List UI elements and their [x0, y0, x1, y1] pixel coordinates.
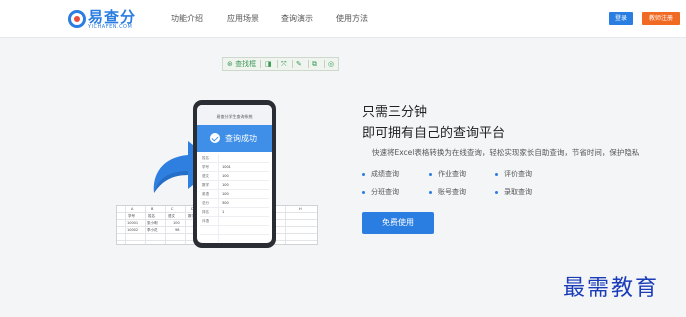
- hero-title-line2: 即可拥有自己的查询平台: [362, 126, 506, 141]
- row-value: 100: [222, 183, 229, 187]
- feature-label: 作业查询: [438, 170, 466, 178]
- site-header: 易查分 YICHAFEN.COM 功能介绍 应用场景 查询演示 使用方法 登录 …: [0, 0, 686, 38]
- page: 易查分 YICHAFEN.COM 功能介绍 应用场景 查询演示 使用方法 登录 …: [0, 0, 686, 317]
- row-value: 100: [222, 174, 229, 178]
- bullet-icon: [495, 190, 498, 194]
- row-value: 1001: [222, 165, 231, 169]
- toolbar-find-label: 查找框: [235, 60, 257, 68]
- ss-cell: 语文: [168, 214, 175, 218]
- row-key: 学号: [202, 165, 209, 169]
- toolbar-find-button[interactable]: ⊛ 查找框: [227, 59, 256, 69]
- image-toolbar: ⊛ 查找框 ◨ ⤧ ✎ ⧉ ◎: [222, 57, 339, 71]
- row-key: 姓名: [202, 156, 209, 160]
- toolbar-edit-icon[interactable]: ✎: [296, 59, 302, 69]
- feature-label: 成绩查询: [371, 170, 399, 178]
- feature-item: 成绩查询: [362, 169, 399, 179]
- row-key: 数学: [202, 183, 209, 187]
- teacher-register-button[interactable]: 教师注册: [642, 12, 680, 25]
- hero-description: 快速将Excel表格转换为在线查询，轻松实现家长自助查询，节省时间，保护隐私: [372, 148, 640, 157]
- row-key: 评语: [202, 219, 209, 223]
- ss-cell: 10001: [127, 221, 139, 225]
- query-success-text: 查询成功: [225, 134, 257, 143]
- nav-item-scenarios[interactable]: 应用场景: [227, 13, 259, 24]
- query-success-banner: 查询成功: [197, 125, 272, 152]
- phone-illustration: 易查分学生查询系统 查询成功 姓名 学号 1001 语文 100 数学 100 英语 1…: [193, 100, 276, 248]
- nav-item-features[interactable]: 功能介绍: [171, 13, 203, 24]
- ss-header-a: A: [131, 207, 134, 211]
- row-key: 英语: [202, 192, 209, 196]
- ss-cell: 10002: [127, 228, 139, 232]
- phone-result-row: 总分 300: [200, 199, 269, 208]
- ss-header-h: H: [299, 207, 302, 211]
- logo-icon: [68, 10, 86, 28]
- phone-result-row: 姓名: [200, 154, 269, 163]
- phone-result-row: 英语 100: [200, 190, 269, 199]
- feature-item: 账号查询: [429, 187, 466, 197]
- ss-cell: 张小明: [147, 221, 158, 225]
- phone-result-row: 语文 100: [200, 172, 269, 181]
- phone-result-row: 数学 100: [200, 181, 269, 190]
- toolbar-copy-icon[interactable]: ⧉: [312, 59, 317, 69]
- bullet-icon: [429, 172, 432, 176]
- feature-item: 分班查询: [362, 187, 399, 197]
- ss-cell: 学号: [128, 214, 135, 218]
- row-key: 总分: [202, 201, 209, 205]
- phone-result-row: 评语: [200, 217, 269, 226]
- feature-label: 录取查询: [504, 188, 532, 196]
- phone-topbar: 易查分学生查询系统: [197, 105, 272, 125]
- watermark-text: 最需教育: [563, 276, 660, 301]
- site-logo[interactable]: 易查分 YICHAFEN.COM: [68, 7, 140, 31]
- row-value: 100: [222, 192, 229, 196]
- toolbar-frame-icon[interactable]: ◨: [265, 59, 272, 69]
- free-use-button[interactable]: 免费使用: [362, 212, 434, 234]
- login-button[interactable]: 登录: [609, 12, 633, 25]
- feature-label: 账号查询: [438, 188, 466, 196]
- row-value: 1: [222, 210, 225, 214]
- row-value: 300: [222, 201, 229, 205]
- toolbar-view-icon[interactable]: ◎: [328, 59, 334, 69]
- check-icon: [210, 133, 220, 143]
- bullet-icon: [362, 172, 365, 176]
- ss-cell: 98: [175, 228, 180, 232]
- phone-result-row: [200, 226, 269, 235]
- feature-item: 评价查询: [495, 169, 532, 179]
- search-icon: ⊛: [227, 60, 233, 68]
- feature-item: 作业查询: [429, 169, 466, 179]
- phone-topbar-title: 易查分学生查询系统: [216, 114, 253, 119]
- row-key: 语文: [202, 174, 209, 178]
- ss-header-c: C: [171, 207, 174, 211]
- ss-header-b: B: [151, 207, 154, 211]
- nav-item-usage[interactable]: 使用方法: [336, 13, 368, 24]
- toolbar-expand-icon[interactable]: ⤧: [281, 59, 287, 69]
- feature-label: 评价查询: [504, 170, 532, 178]
- feature-item: 录取查询: [495, 187, 532, 197]
- phone-result-row: 排名 1: [200, 208, 269, 217]
- hero-title-line1: 只需三分钟: [362, 105, 428, 120]
- feature-label: 分班查询: [371, 188, 399, 196]
- row-key: 排名: [202, 210, 209, 214]
- logo-subtext: YICHAFEN.COM: [88, 24, 133, 30]
- phone-screen: 易查分学生查询系统 查询成功 姓名 学号 1001 语文 100 数学 100 英语 1…: [197, 105, 272, 243]
- ss-cell: 100: [173, 221, 180, 225]
- phone-result-row: 学号 1001: [200, 163, 269, 172]
- nav-item-demo[interactable]: 查询演示: [281, 13, 313, 24]
- ss-cell: 姓名: [148, 214, 155, 218]
- bullet-icon: [429, 190, 432, 194]
- bullet-icon: [362, 190, 365, 194]
- ss-cell: 李小花: [147, 228, 158, 232]
- bullet-icon: [495, 172, 498, 176]
